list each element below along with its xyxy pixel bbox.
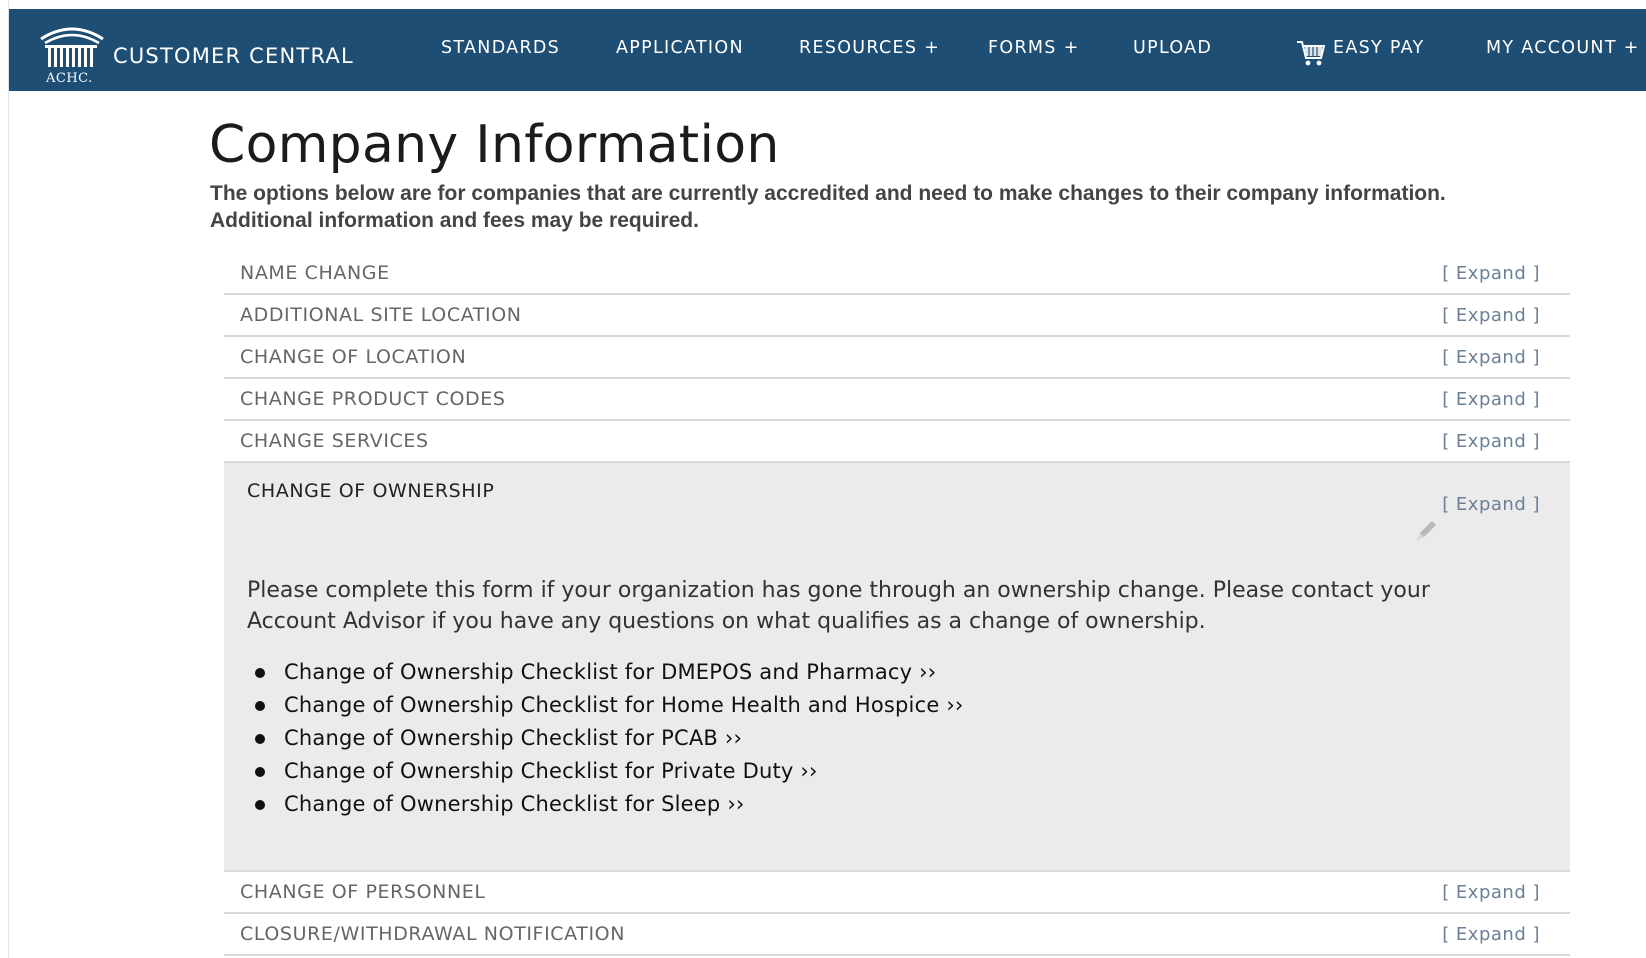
bullet: [255, 734, 265, 744]
checklist-link-pcab[interactable]: Change of Ownership Checklist for PCAB ›…: [284, 726, 742, 750]
building-columns-icon: [40, 27, 104, 67]
window-left-edge: [0, 0, 9, 958]
expand-link[interactable]: [ Expand ]: [1442, 389, 1540, 410]
accordion-closure-withdrawal[interactable]: CLOSURE/WITHDRAWAL NOTIFICATION [ Expand…: [224, 914, 1570, 956]
accordion-title[interactable]: CHANGE SERVICES: [240, 430, 429, 452]
page-title: Company Information: [209, 115, 780, 175]
expand-link[interactable]: [ Expand ]: [1442, 882, 1540, 903]
top-navbar: ACHC. CUSTOMER CENTRAL STANDARDS APPLICA…: [9, 9, 1646, 91]
accordion-name-change[interactable]: NAME CHANGE [ Expand ]: [224, 253, 1570, 295]
checklist-link-home-health-hospice[interactable]: Change of Ownership Checklist for Home H…: [284, 693, 964, 717]
nav-forms[interactable]: FORMS +: [988, 38, 1080, 58]
checklist-link-sleep[interactable]: Change of Ownership Checklist for Sleep …: [284, 792, 745, 816]
bullet: [255, 800, 265, 810]
nav-resources[interactable]: RESOURCES +: [799, 38, 940, 58]
list-item: Change of Ownership Checklist for Sleep …: [247, 792, 964, 825]
accordion-change-services[interactable]: CHANGE SERVICES [ Expand ]: [224, 421, 1570, 463]
accordion-title[interactable]: NAME CHANGE: [240, 262, 390, 284]
list-item: Change of Ownership Checklist for DMEPOS…: [247, 660, 964, 693]
checklist-link-private-duty[interactable]: Change of Ownership Checklist for Privat…: [284, 759, 818, 783]
expand-link[interactable]: [ Expand ]: [1442, 431, 1540, 452]
expand-link[interactable]: [ Expand ]: [1442, 347, 1540, 368]
logo-text: ACHC.: [46, 71, 93, 86]
ownership-description: Please complete this form if your organi…: [247, 578, 1430, 634]
brand-name[interactable]: CUSTOMER CENTRAL: [113, 44, 354, 68]
intro-text: The options below are for companies that…: [210, 182, 1446, 232]
bullet: [255, 767, 265, 777]
expand-link[interactable]: [ Expand ]: [1442, 263, 1540, 284]
achc-logo[interactable]: ACHC.: [37, 19, 107, 86]
accordion-title[interactable]: CHANGE PRODUCT CODES: [240, 388, 506, 410]
nav-application[interactable]: APPLICATION: [616, 38, 744, 58]
brand[interactable]: ACHC. CUSTOMER CENTRAL: [37, 19, 354, 86]
bullet: [255, 668, 265, 678]
list-item: Change of Ownership Checklist for Privat…: [247, 759, 964, 792]
cart-icon[interactable]: [1295, 37, 1327, 73]
list-item: Change of Ownership Checklist for Home H…: [247, 693, 964, 726]
pencil-icon[interactable]: [1412, 517, 1440, 549]
list-item: Change of Ownership Checklist for PCAB ›…: [247, 726, 964, 759]
nav-my-account[interactable]: MY ACCOUNT +: [1486, 38, 1640, 58]
accordion-title[interactable]: ADDITIONAL SITE LOCATION: [240, 304, 522, 326]
nav-upload[interactable]: UPLOAD: [1133, 38, 1212, 58]
accordion-title[interactable]: CHANGE OF PERSONNEL: [240, 881, 486, 903]
accordion-change-product-codes[interactable]: CHANGE PRODUCT CODES [ Expand ]: [224, 379, 1570, 421]
expand-link[interactable]: [ Expand ]: [1442, 924, 1540, 945]
expand-link[interactable]: [ Expand ]: [1442, 305, 1540, 326]
accordion-change-of-ownership-expanded: CHANGE OF OWNERSHIP [ Expand ] Please co…: [224, 463, 1570, 872]
expand-link[interactable]: [ Expand ]: [1442, 494, 1540, 515]
nav-easy-pay[interactable]: EASY PAY: [1333, 38, 1425, 58]
accordion-title[interactable]: CHANGE OF OWNERSHIP: [247, 480, 494, 502]
accordion-title[interactable]: CHANGE OF LOCATION: [240, 346, 466, 368]
window-top-edge: [0, 0, 1646, 9]
company-info-accordion: NAME CHANGE [ Expand ] ADDITIONAL SITE L…: [224, 253, 1570, 956]
ownership-checklist-links: Change of Ownership Checklist for DMEPOS…: [247, 660, 964, 825]
checklist-link-dmepos-pharmacy[interactable]: Change of Ownership Checklist for DMEPOS…: [284, 660, 936, 684]
accordion-change-of-personnel[interactable]: CHANGE OF PERSONNEL [ Expand ]: [224, 872, 1570, 914]
accordion-change-of-location[interactable]: CHANGE OF LOCATION [ Expand ]: [224, 337, 1570, 379]
nav-standards[interactable]: STANDARDS: [441, 38, 560, 58]
accordion-title[interactable]: CLOSURE/WITHDRAWAL NOTIFICATION: [240, 923, 625, 945]
bullet: [255, 701, 265, 711]
accordion-additional-site-location[interactable]: ADDITIONAL SITE LOCATION [ Expand ]: [224, 295, 1570, 337]
